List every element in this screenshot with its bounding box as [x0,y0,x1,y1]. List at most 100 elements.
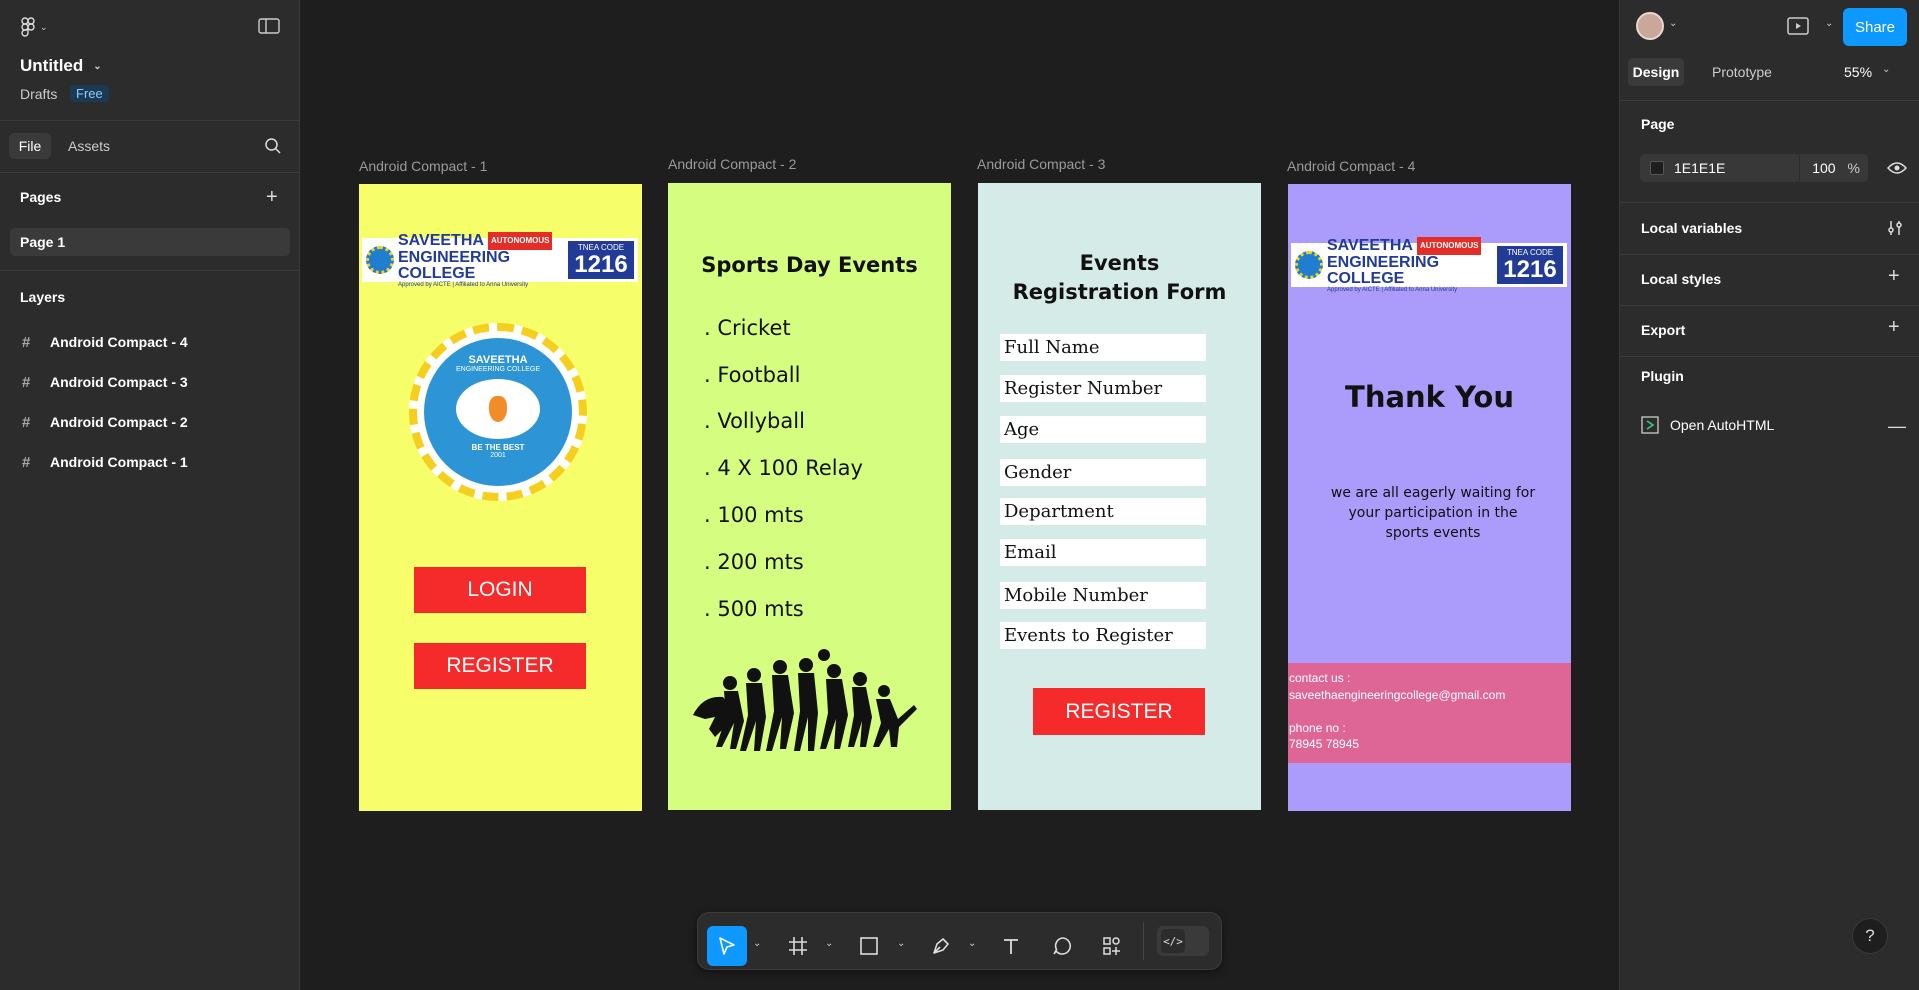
logo-name-2: ENGINEERING COLLEGE [1327,254,1440,287]
register-submit-button[interactable]: REGISTER [1033,688,1205,735]
variables-button[interactable] [1886,219,1904,242]
help-button[interactable]: ? [1852,918,1888,954]
frame-label[interactable]: Android Compact - 3 [977,156,1105,172]
contact-band: contact us : saveethaengineeringcollege@… [1288,663,1571,763]
remove-plugin-button[interactable]: — [1888,416,1906,437]
figma-menu-button[interactable]: ⌄ [20,16,56,38]
frame-tool-button[interactable] [778,926,818,966]
local-variables-row[interactable]: Local variables [1641,220,1742,236]
college-emblem: SAVEETHA ENGINEERING COLLEGE BE THE BEST… [409,323,587,501]
toolbar-divider [1143,922,1144,960]
phone-number: 78945 78945 [1289,737,1360,751]
login-button[interactable]: LOGIN [414,567,586,613]
add-style-button[interactable]: + [1888,265,1900,288]
plugin-icon [1641,416,1659,434]
toggle-sidebar-button[interactable] [258,17,282,37]
text-tool-button[interactable] [991,926,1031,966]
logo-name-2: ENGINEERING COLLEGE [398,249,511,282]
canvas[interactable]: Android Compact - 1 SAVEETHA AUTONOMOUS E… [300,0,1619,990]
emblem-book-icon [456,379,540,439]
frame-android-compact-1[interactable]: SAVEETHA AUTONOMOUS ENGINEERING COLLEGE A… [359,184,642,811]
tab-file[interactable]: File [9,133,51,159]
actions-tool-button[interactable] [1092,926,1132,966]
move-tool-button[interactable] [707,926,747,966]
chevron-down-icon[interactable]: ⌄ [825,938,833,949]
events-to-register-field[interactable]: Events to Register [1000,622,1206,649]
sport-item: . Football [704,363,801,387]
local-styles-row[interactable]: Local styles [1641,271,1721,287]
layer-label: Android Compact - 3 [50,374,188,390]
register-button[interactable]: REGISTER [414,643,586,689]
page-item-page-1[interactable]: Page 1 [10,228,290,256]
sport-item: . Cricket [704,316,791,340]
add-export-button[interactable]: + [1888,316,1900,339]
mobile-number-field[interactable]: Mobile Number [1000,582,1206,609]
frame-label[interactable]: Android Compact - 4 [1287,158,1415,174]
file-location[interactable]: Drafts [20,86,57,102]
frame-label[interactable]: Android Compact - 1 [359,158,487,174]
share-button[interactable]: Share [1843,8,1907,46]
plugin-item-label: Open AutoHTML [1670,417,1775,433]
layer-item[interactable]: # Android Compact - 3 [22,371,188,393]
plugin-item-open-autohtml[interactable]: Open AutoHTML [1640,415,1774,435]
comment-icon [1053,937,1071,955]
age-field[interactable]: Age [1000,416,1206,443]
figma-logo-icon [21,17,35,37]
department-field[interactable]: Department [1000,498,1206,525]
chevron-down-icon[interactable]: ⌄ [968,938,976,949]
register-number-field[interactable]: Register Number [1000,375,1206,402]
zoom-value: 55% [1844,64,1873,80]
frame-android-compact-2[interactable]: Sports Day Events . Cricket . Football .… [668,183,951,810]
email-field[interactable]: Email [1000,539,1206,566]
file-title[interactable]: Untitled ⌄ [20,56,102,76]
components-icon [1103,937,1120,955]
chevron-down-icon[interactable]: ⌄ [1825,18,1833,29]
sport-item: . Vollyball [704,409,805,433]
search-icon [265,138,281,154]
tab-assets[interactable]: Assets [68,138,110,154]
color-swatch[interactable] [1650,161,1664,175]
frame-label[interactable]: Android Compact - 2 [668,156,796,172]
chevron-down-icon[interactable]: ⌄ [897,938,905,949]
comment-tool-button[interactable] [1042,926,1082,966]
logo-name-1: SAVEETHA [398,232,484,249]
page-section-title: Page [1641,116,1675,132]
visibility-toggle[interactable] [1886,160,1908,181]
tnea-code-box: TNEA CODE 1216 [1497,246,1563,284]
add-page-button[interactable]: + [266,186,278,209]
layer-item[interactable]: # Android Compact - 1 [22,451,188,473]
emblem-year: 2001 [490,452,506,459]
frame-icon: # [22,453,31,471]
sport-item: . 500 mts [704,597,804,621]
opacity-unit: % [1847,160,1860,176]
gender-field[interactable]: Gender [1000,459,1206,486]
frame-android-compact-4[interactable]: SAVEETHA AUTONOMOUS ENGINEERING COLLEGE A… [1288,184,1571,811]
layer-item[interactable]: # Android Compact - 2 [22,411,188,433]
pen-tool-button[interactable] [921,926,961,966]
tab-prototype[interactable]: Prototype [1712,64,1772,80]
layer-item[interactable]: # Android Compact - 4 [22,331,188,353]
frame-android-compact-3[interactable]: Events Registration Form Full Name Regis… [978,183,1261,810]
user-avatar[interactable] [1636,12,1664,40]
zoom-dropdown[interactable]: 55% ⌄ [1844,64,1890,80]
chevron-down-icon[interactable]: ⌄ [1669,18,1677,29]
frame-icon: # [22,413,31,431]
pages-header: Pages [20,189,62,205]
play-icon [1787,17,1809,35]
tab-design[interactable]: Design [1628,58,1684,86]
text-icon [1004,939,1018,954]
export-row[interactable]: Export [1641,322,1685,338]
present-button[interactable] [1786,15,1810,42]
shape-tool-button[interactable] [849,926,889,966]
thank-you-message: we are all eagerly waiting for your part… [1330,485,1536,541]
page-background-input[interactable]: 1E1E1E 100 % [1640,154,1868,182]
college-logo: SAVEETHA AUTONOMOUS ENGINEERING COLLEGE A… [362,232,638,288]
chevron-down-icon: ⌄ [40,21,48,32]
dev-mode-toggle[interactable]: </> [1157,926,1209,956]
chevron-down-icon[interactable]: ⌄ [753,938,761,949]
plugin-section-title: Plugin [1641,368,1684,384]
full-name-field[interactable]: Full Name [1000,334,1206,361]
sport-item: . 200 mts [704,550,804,574]
sport-item: . 4 X 100 Relay [704,456,863,480]
search-button[interactable] [264,137,282,160]
